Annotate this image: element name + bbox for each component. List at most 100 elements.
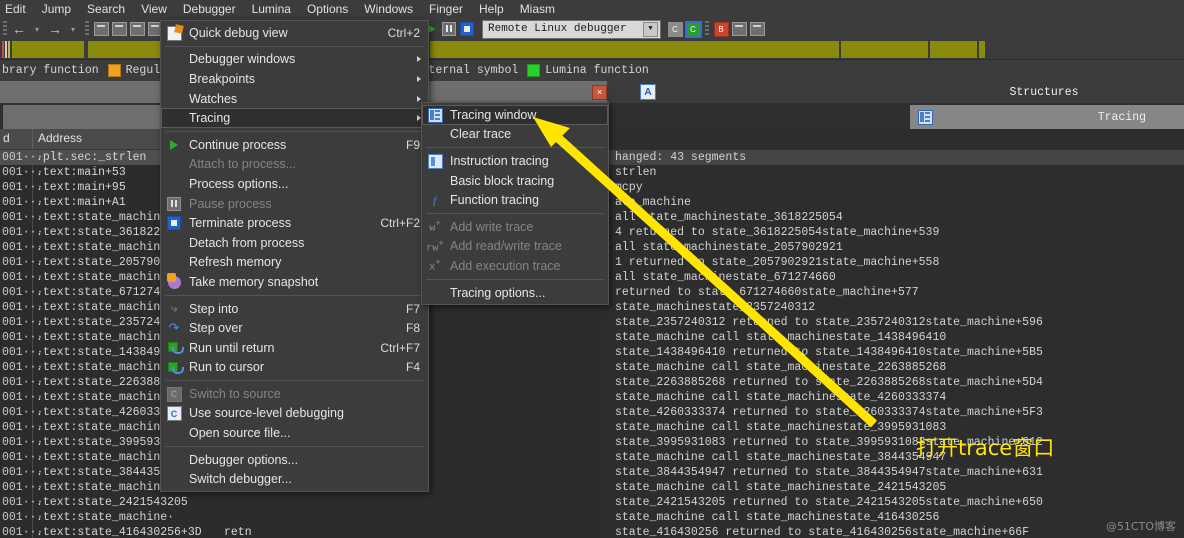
debugger-menu-item-detach-from-process[interactable]: Detach from process: [161, 233, 428, 253]
trace-row[interactable]: state_machinestate_2357240312: [607, 300, 1184, 315]
menu-finger[interactable]: Finger: [421, 0, 471, 18]
add-data-icon[interactable]: [128, 20, 146, 38]
column-header-address[interactable]: Address: [38, 131, 82, 145]
debugger-menu-item-step-over[interactable]: ↷ Step over F8: [161, 318, 428, 338]
switch-to-source-icon[interactable]: C: [666, 20, 684, 38]
trace-row[interactable]: returned to state_671274660state_machine…: [607, 285, 1184, 300]
debugger-menu-item-tracing[interactable]: Tracing: [161, 108, 428, 128]
menu-search[interactable]: Search: [79, 0, 133, 18]
navigate-forward-dropdown-icon[interactable]: ▾: [64, 20, 82, 38]
debugger-menu-item-step-into[interactable]: ⤷ Step into F7: [161, 299, 428, 319]
trace-row[interactable]: all state_machinestate_2057902921: [607, 240, 1184, 255]
navigate-back-icon[interactable]: ←: [10, 20, 28, 38]
menu-edit[interactable]: Edit: [2, 0, 34, 18]
debugger-menu-item-watches[interactable]: Watches: [161, 89, 428, 109]
menu-lumina[interactable]: Lumina: [244, 0, 299, 18]
terminate-process-icon[interactable]: [458, 20, 476, 38]
menu-item-label: Refresh memory: [189, 255, 282, 270]
trace-row[interactable]: state_2357240312 returned to state_23572…: [607, 315, 1184, 330]
chevron-down-icon[interactable]: ▼: [643, 21, 658, 37]
trace-row[interactable]: state_3844354947 returned to state_38443…: [607, 465, 1184, 480]
trace-row[interactable]: state_416430256 returned to state_416430…: [607, 525, 1184, 538]
trace-row[interactable]: state_machine call state_machinestate_22…: [607, 360, 1184, 375]
toolbar-grip-3[interactable]: [705, 21, 709, 37]
trace-row[interactable]: state_machine call state_machinestate_14…: [607, 330, 1184, 345]
debugger-menu-item-continue-process[interactable]: Continue process F9: [161, 135, 428, 155]
trace-row[interactable]: state_3995931083 returned to state_39959…: [607, 435, 1184, 450]
step-marker-icon[interactable]: [730, 20, 748, 38]
menu-help[interactable]: Help: [471, 0, 512, 18]
add-text-icon[interactable]: [110, 20, 128, 38]
navigate-back-dropdown-icon[interactable]: ▾: [28, 20, 46, 38]
menu-view[interactable]: View: [133, 0, 175, 18]
add-struct-icon[interactable]: [92, 20, 110, 38]
trace-row[interactable]: strlen: [607, 165, 1184, 180]
tracing-menu-item-basic-block-tracing[interactable]: Basic block tracing: [422, 171, 608, 191]
navigate-forward-icon[interactable]: →: [46, 20, 64, 38]
debugger-menu-item-switch-debugger[interactable]: Switch debugger...: [161, 469, 428, 489]
toolbar-grip-1[interactable]: [3, 21, 7, 37]
menu-options[interactable]: Options: [299, 0, 356, 18]
tracing-menu-item-tracing-window[interactable]: Tracing window: [422, 105, 608, 125]
trace-row[interactable]: state_1438496410 returned to state_14384…: [607, 345, 1184, 360]
menu-jump[interactable]: Jump: [34, 0, 79, 18]
trace-row[interactable]: all state_machinestate_671274660: [607, 270, 1184, 285]
debugger-menu-item-take-memory-snapshot[interactable]: Take memory snapshot: [161, 272, 428, 292]
menu-separator: [165, 445, 424, 447]
trace-row[interactable]: ate_machine: [607, 195, 1184, 210]
debugger-menu-item-refresh-memory[interactable]: Refresh memory: [161, 253, 428, 273]
debugger-menu-item-breakpoints[interactable]: Breakpoints: [161, 69, 428, 89]
menu-windows[interactable]: Windows: [356, 0, 421, 18]
flag-icon[interactable]: [748, 20, 766, 38]
tracing-menu-item-instruction-tracing[interactable]: Instruction tracing: [422, 151, 608, 171]
menu-item-label: Step over: [189, 321, 243, 336]
debugger-menu-item-open-source-file[interactable]: Open source file...: [161, 423, 428, 443]
debugger-menu-item-debugger-options[interactable]: Debugger options...: [161, 450, 428, 470]
source-level-debug-icon[interactable]: C: [684, 20, 702, 38]
trace-row[interactable]: 4 returned to state_3618225054state_mach…: [607, 225, 1184, 240]
disassembly-row[interactable]: 001··· .text:state_416430256+3D retn: [0, 525, 607, 538]
trace-row[interactable]: state_machine call state_machinestate_42…: [607, 390, 1184, 405]
trace-row[interactable]: hanged: 43 segments: [607, 150, 1184, 165]
debugger-menu-item-use-source-level-debugging[interactable]: C Use source-level debugging: [161, 404, 428, 424]
trace-row[interactable]: state_4260333374 returned to state_42603…: [607, 405, 1184, 420]
debugger-select[interactable]: Remote Linux debugger ▼: [482, 19, 661, 39]
pause-process-icon[interactable]: [440, 20, 458, 38]
trace-rows[interactable]: hanged: 43 segments strlen mcpy ate_machine…: [607, 150, 1184, 538]
debugger-menu-item-run-to-cursor[interactable]: Run to cursor F4: [161, 358, 428, 378]
disassembly-row[interactable]: 001··· .text:state_2421543205: [0, 495, 607, 510]
trace-row[interactable]: state_2263885268 returned to state_22638…: [607, 375, 1184, 390]
tab-structures-label: Structures: [1009, 85, 1079, 99]
disassembly-row[interactable]: 001··· .text:state_machine·: [0, 510, 607, 525]
trace-row[interactable]: state_2421543205 returned to state_24215…: [607, 495, 1184, 510]
debugger-menu-item-quick-debug-view[interactable]: Quick debug view Ctrl+2: [161, 23, 428, 43]
trace-row[interactable]: state_machine call state_machinestate_24…: [607, 480, 1184, 495]
tracing-submenu[interactable]: Tracing window Clear trace Instruction tra…: [421, 102, 609, 306]
trace-row[interactable]: state_machine call state_machinestate_39…: [607, 420, 1184, 435]
tab-structures[interactable]: Structures: [904, 81, 1184, 103]
tracing-menu-item-function-tracing[interactable]: ƒ Function tracing: [422, 190, 608, 210]
trace-row[interactable]: state_machine call state_machinestate_38…: [607, 450, 1184, 465]
trace-row[interactable]: mcpy: [607, 180, 1184, 195]
menu-miasm[interactable]: Miasm: [512, 0, 563, 18]
debugger-menu-item-run-until-return[interactable]: Run until return Ctrl+F7: [161, 338, 428, 358]
close-icon[interactable]: ×: [592, 84, 607, 100]
trace-row[interactable]: all state_machinestate_3618225054: [607, 210, 1184, 225]
breakpoints-icon[interactable]: B: [712, 20, 730, 38]
debugger-menu-item-terminate-process[interactable]: Terminate process Ctrl+F2: [161, 213, 428, 233]
menu-item-label: Debugger windows: [189, 52, 296, 67]
trace-row[interactable]: state_machine call state_machinestate_41…: [607, 510, 1184, 525]
tab-hex-view[interactable]: A: [607, 81, 938, 103]
trace-row[interactable]: 1 returned to state_2057902921state_mach…: [607, 255, 1184, 270]
debugger-menu-item-process-options[interactable]: Process options...: [161, 174, 428, 194]
column-header-id[interactable]: d: [3, 131, 10, 145]
menu-debugger[interactable]: Debugger: [175, 0, 244, 18]
tracing-menu-item-add-execution-trace: x+ Add execution trace: [422, 256, 608, 276]
menu-item-label: Instruction tracing: [450, 153, 549, 168]
tab-tracing[interactable]: Tracing: [910, 105, 1184, 129]
toolbar-grip-2[interactable]: [85, 21, 89, 37]
tracing-menu-item-tracing-options[interactable]: Tracing options...: [422, 283, 608, 303]
debugger-menu[interactable]: Quick debug view Ctrl+2 Debugger windows Br…: [160, 20, 429, 493]
tracing-menu-item-clear-trace[interactable]: Clear trace: [422, 125, 608, 145]
debugger-menu-item-debugger-windows[interactable]: Debugger windows: [161, 50, 428, 70]
